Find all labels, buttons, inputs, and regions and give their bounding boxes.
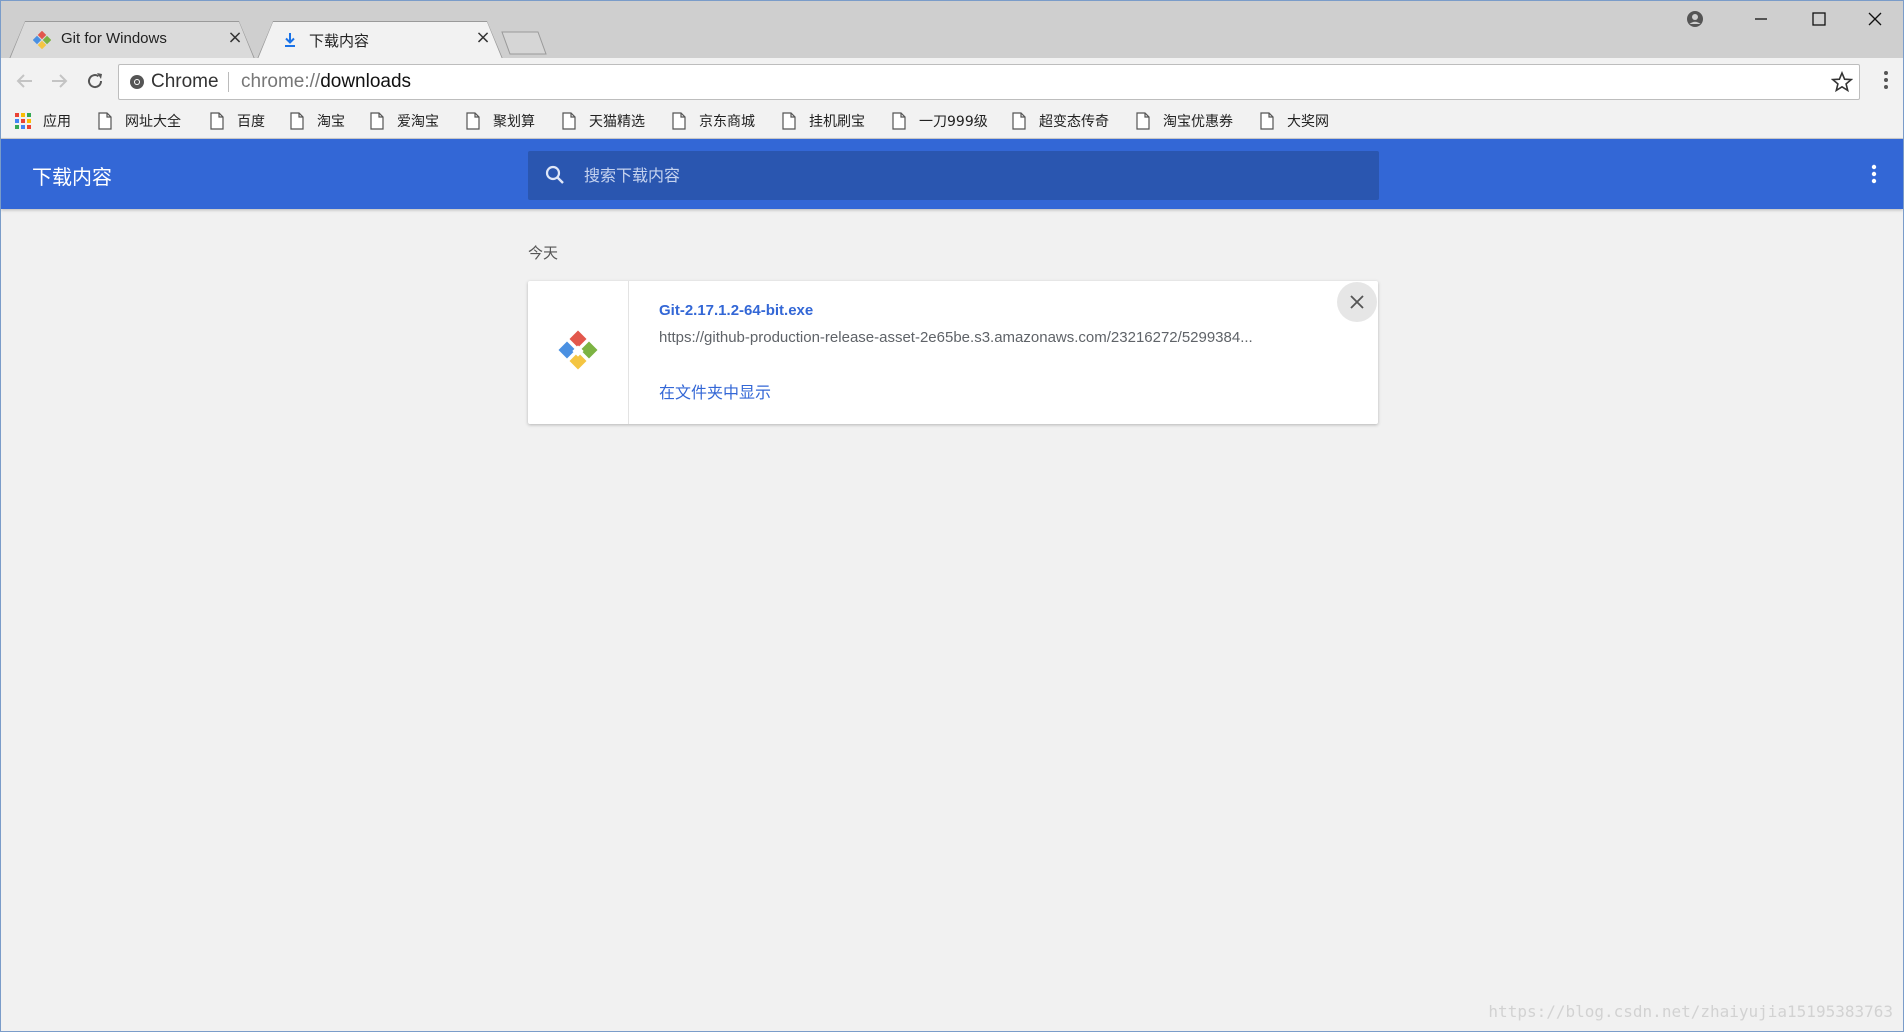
page-icon (672, 112, 686, 130)
tab-git-for-windows[interactable]: Git for Windows × (9, 21, 255, 59)
tab-strip: Git for Windows × 下载内容 × (1, 1, 1903, 58)
bookmark-label: 百度 (237, 114, 265, 130)
show-in-folder-link[interactable]: 在文件夹中显示 (659, 379, 771, 403)
url-scheme: chrome:// (241, 71, 321, 92)
page-icon (1136, 112, 1150, 130)
page-icon (1012, 112, 1026, 130)
bookmark-label: 挂机刷宝 (809, 114, 865, 130)
page-icon (562, 112, 576, 130)
bookmark-item[interactable]: 聚划算 (465, 111, 535, 131)
bookmark-item[interactable]: 超变态传奇 (1011, 111, 1109, 131)
bookmark-label: 网址大全 (125, 114, 181, 130)
reload-icon (88, 73, 103, 89)
tab-title: Git for Windows (61, 30, 167, 47)
origin-chip: Chrome (151, 71, 219, 92)
bookmark-item[interactable]: 网址大全 (97, 111, 181, 131)
bookmark-item[interactable]: 百度 (209, 111, 265, 131)
bookmark-star-icon[interactable] (1831, 71, 1853, 93)
tab-title: 下载内容 (309, 33, 370, 50)
back-arrow-icon (16, 74, 32, 88)
omnibox-divider (228, 72, 229, 92)
bookmark-label: 聚划算 (493, 114, 535, 130)
bookmark-label: 爱淘宝 (397, 114, 439, 130)
tab-downloads[interactable]: 下载内容 × (257, 21, 503, 59)
page-icon (1260, 112, 1274, 130)
bookmark-apps[interactable]: 应用 (15, 111, 71, 131)
address-bar[interactable]: Chrome chrome://downloads (118, 64, 1860, 100)
minimize-button[interactable] (1733, 1, 1789, 37)
page-icon (290, 112, 304, 130)
page-icon (466, 112, 480, 130)
forward-button[interactable] (47, 69, 71, 93)
download-item-card: Git-2.17.1.2-64-bit.exe https://github-p… (528, 281, 1378, 424)
bookmark-label: 淘宝 (317, 114, 345, 130)
maximize-button[interactable] (1791, 1, 1847, 37)
bookmarks-bar: 应用 网址大全 百度 淘宝 爱淘宝 聚划算 天猫精选 京东商城 挂机刷宝 一刀9… (1, 104, 1903, 139)
apps-grid-icon (15, 113, 31, 129)
bookmark-item[interactable]: 大奖网 (1259, 111, 1329, 131)
chrome-logo-icon (130, 75, 144, 89)
back-button[interactable] (13, 69, 37, 93)
new-tab-button[interactable] (501, 31, 547, 55)
bookmark-label: 天猫精选 (589, 114, 645, 130)
page-icon (370, 112, 384, 130)
search-box[interactable] (528, 151, 1379, 200)
reload-button[interactable] (83, 69, 107, 93)
bookmark-label: 淘宝优惠券 (1163, 114, 1233, 130)
profile-icon[interactable] (1667, 1, 1723, 37)
page-icon (98, 112, 112, 130)
close-icon (1350, 295, 1364, 309)
bookmark-label: 应用 (43, 114, 71, 130)
download-icon (285, 33, 295, 47)
url-host: downloads (320, 71, 412, 92)
git-favicon-icon (33, 31, 51, 49)
bookmark-label: 大奖网 (1287, 114, 1329, 130)
bookmark-item[interactable]: 爱淘宝 (369, 111, 439, 131)
search-icon (545, 165, 564, 184)
toolbar: Chrome chrome://downloads (1, 58, 1903, 104)
close-window-button[interactable] (1847, 1, 1903, 37)
page-icon (210, 112, 224, 130)
page-icon (892, 112, 906, 130)
bookmark-label: 京东商城 (699, 114, 755, 130)
watermark-text: https://blog.csdn.net/zhaiyujia151953837… (1488, 1002, 1893, 1021)
browser-window: Git for Windows × 下载内容 × Chrome chrome:/… (0, 0, 1904, 1032)
downloads-toolbar: 下载内容 (1, 139, 1903, 209)
download-filename-link[interactable]: Git-2.17.1.2-64-bit.exe (659, 302, 813, 319)
url-text[interactable]: chrome://downloads (241, 71, 411, 93)
chrome-menu-icon[interactable] (1883, 69, 1889, 91)
file-icon-column (528, 281, 629, 424)
search-input[interactable] (584, 151, 1344, 200)
bookmark-label: 超变态传奇 (1039, 114, 1109, 130)
tab-close-icon[interactable]: × (473, 28, 493, 48)
forward-arrow-icon (52, 74, 68, 88)
remove-download-button[interactable] (1337, 282, 1377, 322)
git-installer-icon (558, 330, 598, 370)
more-actions-icon[interactable] (1871, 163, 1877, 185)
bookmark-item[interactable]: 淘宝优惠券 (1135, 111, 1233, 131)
bookmark-item[interactable]: 京东商城 (671, 111, 755, 131)
page-title: 下载内容 (32, 165, 112, 189)
date-heading: 今天 (528, 244, 559, 262)
download-source-url[interactable]: https://github-production-release-asset-… (659, 329, 1253, 346)
bookmark-item[interactable]: 一刀999级 (891, 111, 988, 131)
tab-close-icon[interactable]: × (225, 28, 245, 48)
bookmark-item[interactable]: 淘宝 (289, 111, 345, 131)
page-icon (782, 112, 796, 130)
bookmark-label: 一刀999级 (919, 114, 988, 130)
bookmark-item[interactable]: 挂机刷宝 (781, 111, 865, 131)
bookmark-item[interactable]: 天猫精选 (561, 111, 645, 131)
